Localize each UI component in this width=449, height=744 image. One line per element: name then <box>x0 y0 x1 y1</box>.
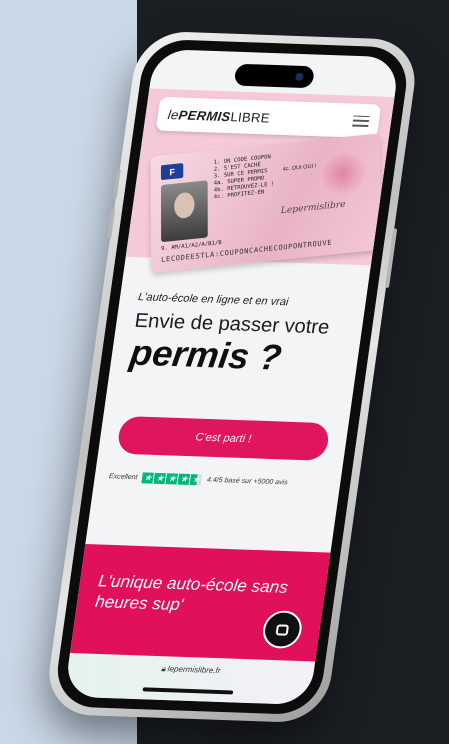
volume-down-button <box>107 208 116 239</box>
license-photo <box>160 180 208 243</box>
star-icon: ★ <box>141 472 155 484</box>
license-signature: Lepermislibre <box>280 199 346 217</box>
star-icon: ★ <box>177 473 191 485</box>
driving-license-card: F 1. UN CODE COUPON 2. S'EST CACHÉ 3. SU… <box>150 133 381 273</box>
rating-text: 4.4/5 basé sur +5000 avis <box>206 476 289 487</box>
cta-button[interactable]: C'est parti ! <box>116 415 331 461</box>
star-icon: ★ <box>153 472 167 485</box>
eu-flag-icon: F <box>160 163 184 181</box>
hamburger-menu-icon[interactable] <box>352 115 370 127</box>
rating-stars: ★ ★ ★ ★ ★ <box>141 472 203 486</box>
home-indicator[interactable] <box>142 687 234 695</box>
browser-url-bar[interactable]: 🔒︎ lepermislibre.fr <box>63 652 316 706</box>
promo-banner: L'unique auto-école sans heures sup' <box>68 544 331 670</box>
phone-screen: lePERMISLIBRE F 1. UN CODE COUPON 2. S'E… <box>63 48 401 706</box>
site-logo[interactable]: lePERMISLIBRE <box>167 107 271 125</box>
url-value: lepermislibre.fr <box>167 664 222 676</box>
trustpilot-rating[interactable]: Excellent ★ ★ ★ ★ ★ 4.4/5 basé sur +5000… <box>108 471 288 488</box>
logo-libre: LIBRE <box>229 108 271 126</box>
dynamic-island <box>233 63 316 89</box>
url-text: 🔒︎ lepermislibre.fr <box>68 661 315 679</box>
camera-icon <box>294 72 305 81</box>
phone-mockup: lePERMISLIBRE F 1. UN CODE COUPON 2. S'E… <box>12 14 421 738</box>
phone-frame: lePERMISLIBRE F 1. UN CODE COUPON 2. S'E… <box>43 30 421 724</box>
hero-tagline: L'auto-école en ligne et en vrai <box>137 291 290 309</box>
star-icon: ★ <box>165 473 179 485</box>
logo-permis: PERMIS <box>177 106 232 124</box>
license-lines: 1. UN CODE COUPON 2. S'EST CACHÉ 3. SUR … <box>214 150 316 202</box>
chat-icon <box>275 623 290 636</box>
hero-headline-bold: permis ? <box>127 331 285 378</box>
license-stamp <box>319 148 366 199</box>
side-button <box>384 228 398 288</box>
volume-up-button <box>112 168 121 199</box>
star-icon: ★ <box>189 474 203 486</box>
phone-bezel: lePERMISLIBRE F 1. UN CODE COUPON 2. S'E… <box>52 38 412 716</box>
promo-text: L'unique auto-école sans heures sup' <box>94 571 290 615</box>
rating-label: Excellent <box>108 473 138 482</box>
